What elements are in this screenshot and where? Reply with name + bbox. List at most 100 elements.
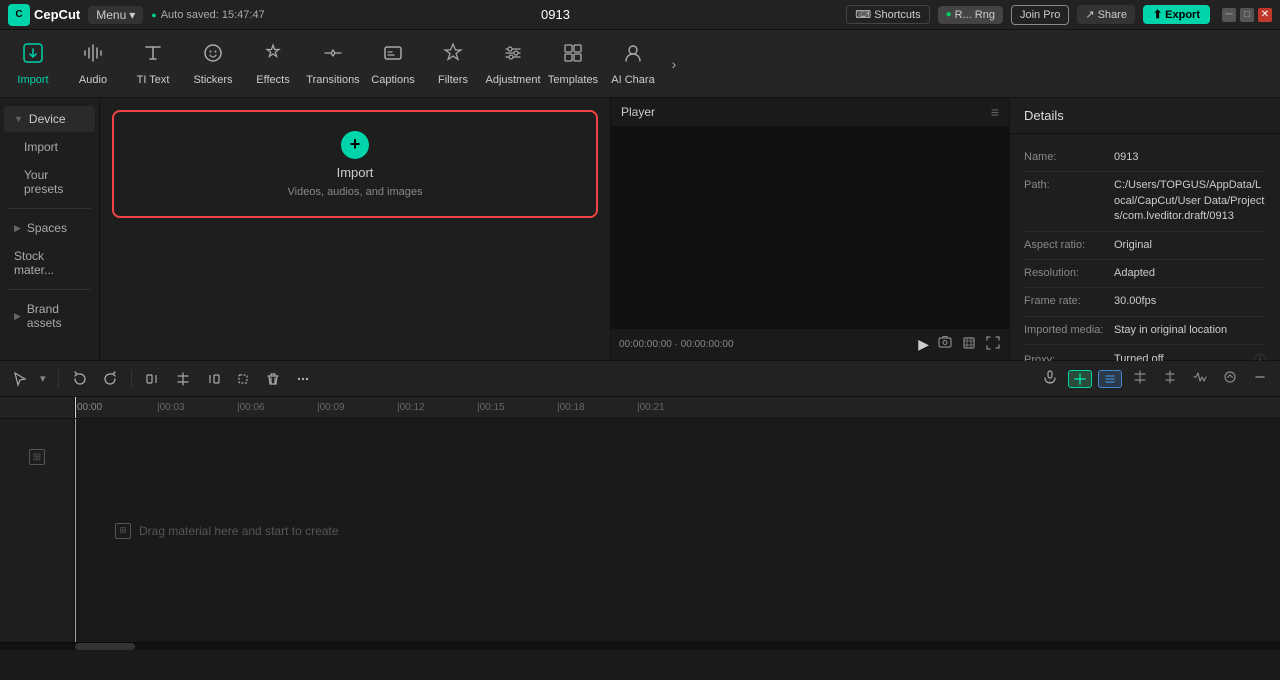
import-box[interactable]: + Import Videos, audios, and images: [126, 124, 584, 204]
tl-more-button[interactable]: [292, 368, 314, 390]
tool-filters[interactable]: Filters: [424, 34, 482, 94]
tl-split-button[interactable]: [172, 368, 194, 390]
track-label-icon: ⊞: [29, 449, 45, 465]
aichar-icon: [622, 42, 644, 70]
ruler-label-spacer: [0, 397, 74, 419]
templates-icon: [562, 42, 584, 70]
timeline-toolbar: ▾: [0, 361, 1280, 397]
sidebar-item-spaces[interactable]: ▶ Spaces: [4, 215, 95, 241]
rng-button[interactable]: ● R... Rng: [938, 6, 1003, 24]
sidebar-divider2: [8, 289, 91, 290]
sidebar-item-device[interactable]: ▼ Device: [4, 106, 95, 132]
tool-templates[interactable]: Templates: [544, 34, 602, 94]
import-area: + Import Videos, audios, and images: [112, 110, 598, 218]
tool-import-label: Import: [17, 74, 48, 86]
media-panel: + Import Videos, audios, and images: [100, 98, 610, 360]
screenshot-icon[interactable]: [937, 335, 953, 354]
tl-crop-button[interactable]: [232, 368, 254, 390]
detail-label-imported: Imported media:: [1024, 323, 1114, 336]
tl-undo-button[interactable]: [69, 368, 91, 390]
sidebar-item-stockmater-label: Stock mater...: [14, 249, 85, 277]
tool-captions[interactable]: Captions: [364, 34, 422, 94]
player-menu-icon[interactable]: ≡: [991, 104, 999, 120]
sidebar-item-presets[interactable]: Your presets: [4, 162, 95, 202]
tl-cursor-tool[interactable]: [8, 368, 30, 390]
share-button[interactable]: ↗ Share: [1077, 5, 1135, 24]
close-button[interactable]: ✕: [1258, 8, 1272, 22]
tl-delete-button[interactable]: [262, 368, 284, 390]
timeline-body: ⊞ 00:00 |00:03 |00:06 |00:09 |00:12 |00:…: [0, 397, 1280, 642]
sidebar-item-brandassets-label: Brand assets: [27, 302, 85, 330]
drag-label: Drag material here and start to create: [139, 524, 338, 538]
sidebar-item-stockmater[interactable]: Stock mater...: [4, 243, 95, 283]
more-tools-button[interactable]: ›: [664, 34, 684, 94]
captions-icon: [382, 42, 404, 70]
tl-minus-button[interactable]: [1248, 367, 1272, 390]
tl-split-blue-button[interactable]: [1098, 370, 1122, 388]
ruler-mark-18: |00:18: [557, 402, 585, 413]
tool-adjustment[interactable]: Adjustment: [484, 34, 542, 94]
player-icons: [937, 335, 1001, 354]
tl-small-split-button[interactable]: [1128, 367, 1152, 390]
detail-value-framerate: 30.00fps: [1114, 294, 1266, 309]
sidebar-item-import[interactable]: Import: [4, 134, 95, 160]
detail-value-imported: Stay in original location: [1114, 323, 1266, 338]
minimize-button[interactable]: ─: [1222, 8, 1236, 22]
playhead-track: [75, 419, 76, 642]
sidebar-item-spaces-label: Spaces: [27, 221, 67, 235]
logo: C CepCut: [8, 4, 80, 26]
tl-collapse-button[interactable]: [1218, 367, 1242, 390]
timeline-scrollbar[interactable]: [0, 642, 1280, 650]
joinpro-button[interactable]: Join Pro: [1011, 5, 1069, 25]
tool-stickers[interactable]: Stickers: [184, 34, 242, 94]
brandassets-caret: ▶: [14, 311, 21, 322]
detail-value-name: 0913: [1114, 150, 1266, 165]
tl-mic-button[interactable]: [1038, 367, 1062, 390]
details-title: Details: [1010, 98, 1280, 134]
player-time: 00:00:00:00 · 00:00:00:00: [619, 339, 910, 350]
timeline-track-labels: ⊞: [0, 397, 75, 642]
import-sub-label: Videos, audios, and images: [288, 186, 423, 198]
export-button[interactable]: ⬆ Export: [1143, 5, 1210, 24]
playhead-ruler: [75, 397, 76, 418]
tool-import[interactable]: Import: [4, 34, 62, 94]
tool-adjustment-label: Adjustment: [485, 74, 540, 86]
menu-button[interactable]: Menu ▾: [88, 6, 143, 24]
tool-audio-label: Audio: [79, 74, 107, 86]
detail-row-path: Path: C:/Users/TOPGUS/AppData/Local/CapC…: [1024, 172, 1266, 231]
fullscreen-icon[interactable]: [985, 335, 1001, 354]
device-caret: ▼: [14, 114, 23, 124]
tl-align-button[interactable]: [1158, 367, 1182, 390]
play-button[interactable]: ▶: [918, 336, 929, 353]
auto-saved-status: Auto saved: 15:47:47: [151, 9, 264, 21]
ruler-mark-21: |00:21: [637, 402, 665, 413]
sidebar-item-brandassets[interactable]: ▶ Brand assets: [4, 296, 95, 336]
tool-transitions-label: Transitions: [306, 74, 359, 86]
tl-split-end-button[interactable]: [202, 368, 224, 390]
tl-redo-button[interactable]: [99, 368, 121, 390]
tool-filters-label: Filters: [438, 74, 468, 86]
ruler-mark-3: |00:03: [157, 402, 185, 413]
sidebar-item-import-label: Import: [24, 140, 58, 154]
crop-icon[interactable]: [961, 335, 977, 354]
tl-audio-wave-button[interactable]: [1188, 367, 1212, 390]
tool-aichar[interactable]: AI Chara: [604, 34, 662, 94]
tool-templates-label: Templates: [548, 74, 598, 86]
detail-row-aspect: Aspect ratio: Original: [1024, 232, 1266, 260]
tool-text[interactable]: TI Text: [124, 34, 182, 94]
tl-split-start-button[interactable]: [142, 368, 164, 390]
drag-message: ⊞ Drag material here and start to create: [95, 523, 338, 539]
ruler-mark-0: 00:00: [77, 402, 102, 413]
shortcuts-button[interactable]: ⌨ Shortcuts: [846, 5, 929, 24]
ruler-mark-9: |00:09: [317, 402, 345, 413]
tool-effects[interactable]: Effects: [244, 34, 302, 94]
tl-divider2: [131, 370, 132, 388]
scrollbar-thumb[interactable]: [75, 643, 135, 650]
tool-audio[interactable]: Audio: [64, 34, 122, 94]
timeline-right-area: 00:00 |00:03 |00:06 |00:09 |00:12 |00:15…: [75, 397, 1280, 642]
main-area: ▼ Device Import Your presets ▶ Spaces St…: [0, 98, 1280, 360]
timeline-track-area[interactable]: ⊞ Drag material here and start to create: [75, 419, 1280, 642]
tl-split-green-button[interactable]: [1068, 370, 1092, 388]
maximize-button[interactable]: □: [1240, 8, 1254, 22]
tool-transitions[interactable]: Transitions: [304, 34, 362, 94]
